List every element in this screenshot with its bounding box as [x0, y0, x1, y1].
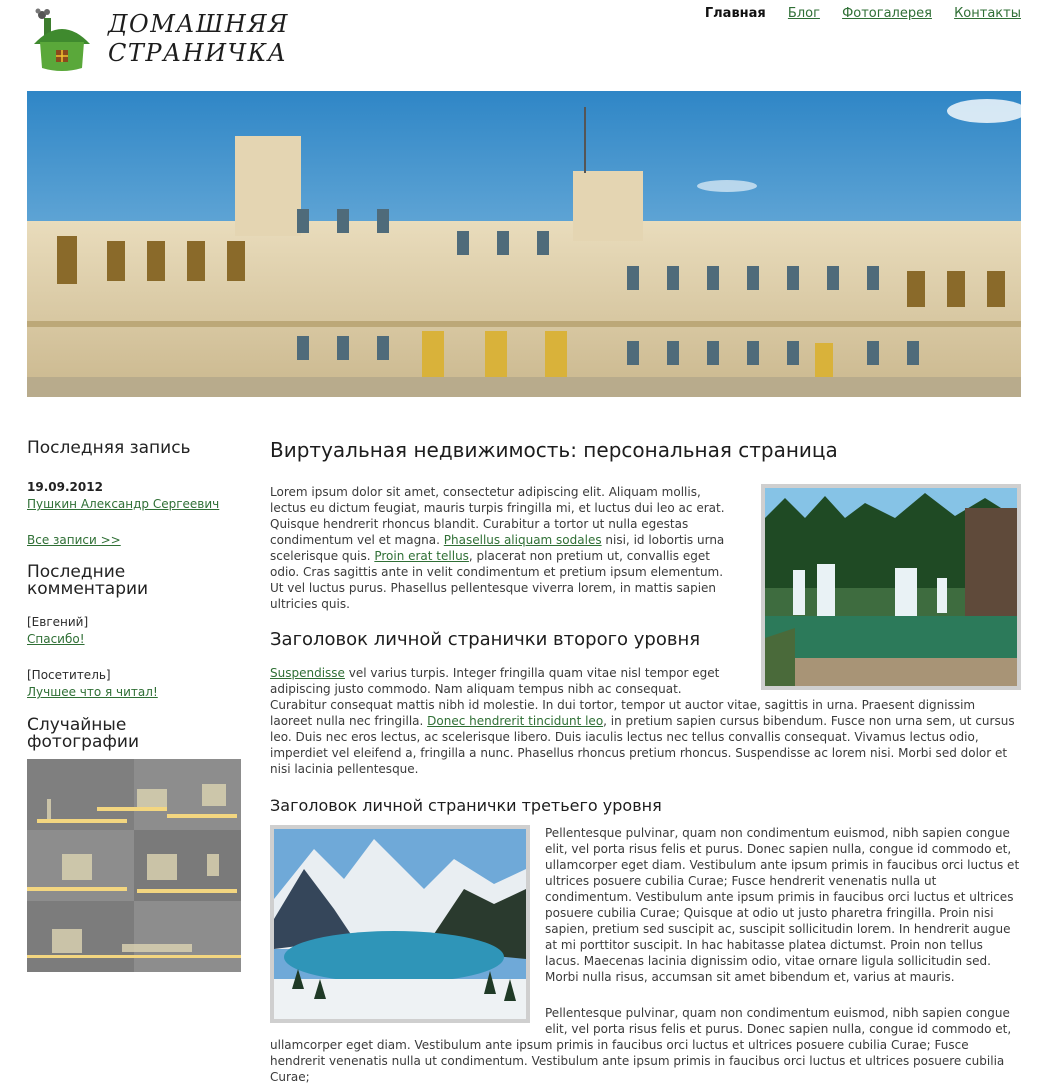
- random-photos-grid[interactable]: [27, 759, 241, 972]
- house-logo-icon[interactable]: [32, 6, 92, 72]
- nav-item-home[interactable]: Главная: [705, 6, 766, 21]
- latest-comments-heading: Последние комментарии: [27, 562, 149, 599]
- page-title: Виртуальная недвижимость: персональная с…: [270, 438, 838, 462]
- banner-image: [27, 91, 1021, 397]
- nav-item-blog[interactable]: Блог: [788, 6, 820, 21]
- inline-link[interactable]: Phasellus aliquam sodales: [444, 533, 602, 547]
- all-posts-link[interactable]: Все записи >>: [27, 533, 121, 547]
- comment-link[interactable]: Лучшее что я читал!: [27, 685, 158, 699]
- comment-author: [Евгений]: [27, 615, 89, 629]
- heading-level-3: Заголовок личной странички третьего уров…: [270, 796, 662, 815]
- latest-post-date: 19.09.2012: [27, 480, 103, 494]
- site-title-line1: Домашняя: [108, 10, 290, 38]
- inline-link[interactable]: Donec hendrerit tincidunt leo: [427, 714, 603, 728]
- comment-author: [Посетитель]: [27, 668, 111, 682]
- sidebar: Последняя запись 19.09.2012 Пушкин Алекс…: [27, 440, 241, 972]
- main-nav: Главная Блог Фотогалерея Контакты: [687, 6, 1021, 21]
- inline-link[interactable]: Suspendisse: [270, 666, 345, 680]
- random-photos-heading: Случайные фотографии: [27, 715, 140, 752]
- site-title[interactable]: Домашняя страничка: [108, 10, 289, 68]
- inline-link[interactable]: Proin erat tellus: [374, 549, 469, 563]
- nav-item-contacts[interactable]: Контакты: [954, 6, 1021, 21]
- main-content: Виртуальная недвижимость: персональная с…: [270, 436, 1021, 1085]
- mountain-lake-image[interactable]: [270, 825, 530, 1023]
- latest-post-heading: Последняя запись: [27, 438, 191, 458]
- site-title-line2: страничка: [108, 39, 288, 67]
- latest-post-author-link[interactable]: Пушкин Александр Сергеевич: [27, 497, 219, 511]
- comment-link[interactable]: Спасибо!: [27, 632, 85, 646]
- nav-item-gallery[interactable]: Фотогалерея: [842, 6, 932, 21]
- waterfall-image[interactable]: [761, 484, 1021, 690]
